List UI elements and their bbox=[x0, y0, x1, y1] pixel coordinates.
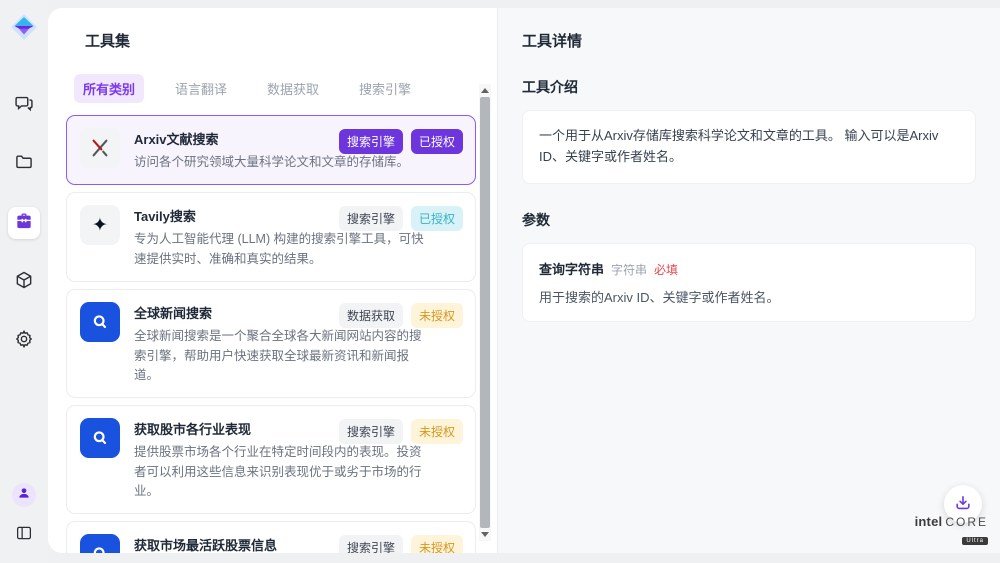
param-required-flag: 必填 bbox=[654, 261, 678, 278]
auth-status-badge: 未授权 bbox=[411, 419, 463, 444]
user-avatar[interactable] bbox=[12, 483, 36, 507]
toolbox-icon bbox=[14, 211, 34, 236]
cube-icon bbox=[14, 270, 34, 295]
tool-card-global-news[interactable]: 全球新闻搜索 全球新闻搜索是一个聚合全球各大新闻网站内容的搜索引擎，帮助用户快速… bbox=[66, 289, 476, 398]
scrollbar-up-arrow[interactable] bbox=[481, 88, 489, 93]
category-badge: 搜索引擎 bbox=[339, 129, 403, 154]
brand-core: CORE bbox=[945, 515, 988, 529]
sidebar-item-settings[interactable] bbox=[8, 325, 40, 357]
intro-card: 一个用于从Arxiv存储库搜索科学论文和文章的工具。 输入可以是Arxiv ID… bbox=[522, 110, 976, 184]
category-badge: 搜索引擎 bbox=[339, 535, 403, 553]
news-search-icon bbox=[80, 302, 120, 342]
tool-description: 提供股票市场各个行业在特定时间段内的表现。投资者可以利用这些信息来识别表现优于或… bbox=[134, 443, 426, 501]
tool-description: 访问各个研究领域大量科学论文和文章的存储库。 bbox=[134, 153, 426, 172]
news-search-icon bbox=[80, 418, 120, 458]
tool-card-tavily[interactable]: ✦ Tavily搜索 专为人工智能代理 (LLM) 构建的搜索引擎工具，可快速提… bbox=[66, 192, 476, 282]
tool-detail-panel: 工具详情 工具介绍 一个用于从Arxiv存储库搜索科学论文和文章的工具。 输入可… bbox=[497, 8, 1000, 553]
param-description: 用于搜索的Arxiv ID、关键字或作者姓名。 bbox=[539, 287, 959, 306]
category-badge: 数据获取 bbox=[339, 303, 403, 328]
folder-icon bbox=[14, 152, 34, 177]
param-type: 字符串 bbox=[611, 261, 647, 278]
page-title: 工具集 bbox=[85, 30, 497, 51]
sidebar bbox=[0, 0, 48, 563]
auth-status-badge: 已授权 bbox=[411, 206, 463, 231]
tab-search-engine[interactable]: 搜索引擎 bbox=[350, 74, 420, 103]
auth-status-badge: 未授权 bbox=[411, 303, 463, 328]
category-tabs: 所有类别 语言翻译 数据获取 搜索引擎 bbox=[74, 74, 497, 103]
intro-heading: 工具介绍 bbox=[522, 77, 976, 97]
scrollbar-down-arrow[interactable] bbox=[481, 532, 489, 537]
list-scrollbar[interactable] bbox=[479, 84, 491, 541]
brand-ultra-badge: Ultra bbox=[962, 537, 988, 545]
tool-list-panel: 工具集 所有类别 语言翻译 数据获取 搜索引擎 Arxiv文献搜索 访问各个研究… bbox=[48, 8, 497, 553]
auth-status-badge: 已授权 bbox=[411, 129, 463, 154]
tab-all-categories[interactable]: 所有类别 bbox=[74, 74, 144, 103]
chat-icon bbox=[14, 93, 34, 118]
category-badge: 搜索引擎 bbox=[339, 206, 403, 231]
tool-card-most-active-stocks[interactable]: 获取市场最活跃股票信息 提供当天交易量最高的股票列表，投资者可以利用这些信息来识… bbox=[66, 521, 476, 553]
tool-card-sector-performance[interactable]: 获取股市各行业表现 提供股票市场各个行业在特定时间段内的表现。投资者可以利用这些… bbox=[66, 405, 476, 514]
app-logo bbox=[11, 14, 37, 45]
gear-icon bbox=[14, 329, 34, 354]
auth-status-badge: 未授权 bbox=[411, 535, 463, 553]
tab-language-translation[interactable]: 语言翻译 bbox=[166, 74, 236, 103]
tavily-star-icon: ✦ bbox=[80, 205, 120, 245]
category-badge: 搜索引擎 bbox=[339, 419, 403, 444]
param-name: 查询字符串 bbox=[539, 259, 604, 278]
intro-text: 一个用于从Arxiv存储库搜索科学论文和文章的工具。 输入可以是Arxiv ID… bbox=[539, 126, 959, 168]
tool-card-arxiv[interactable]: Arxiv文献搜索 访问各个研究领域大量科学论文和文章的存储库。 搜索引擎 已授… bbox=[66, 115, 476, 185]
tool-description: 专为人工智能代理 (LLM) 构建的搜索引擎工具，可快速提供实时、准确和真实的结… bbox=[134, 230, 426, 269]
param-card: 查询字符串 字符串 必填 用于搜索的Arxiv ID、关键字或作者姓名。 bbox=[522, 243, 976, 322]
brand-intel: intel bbox=[915, 514, 943, 529]
sidebar-item-toolbox[interactable] bbox=[8, 207, 40, 239]
main-surface: 工具集 所有类别 语言翻译 数据获取 搜索引擎 Arxiv文献搜索 访问各个研究… bbox=[48, 8, 1000, 553]
params-heading: 参数 bbox=[522, 210, 976, 230]
detail-title: 工具详情 bbox=[522, 30, 976, 51]
sidebar-item-chat[interactable] bbox=[8, 89, 40, 121]
sidebar-nav bbox=[8, 89, 40, 357]
tab-data-acquisition[interactable]: 数据获取 bbox=[258, 74, 328, 103]
intel-core-ultra-logo: intel CORE Ultra bbox=[915, 514, 988, 547]
tool-card-list: Arxiv文献搜索 访问各个研究领域大量科学论文和文章的存储库。 搜索引擎 已授… bbox=[66, 115, 476, 553]
scrollbar-thumb[interactable] bbox=[480, 97, 490, 528]
news-search-icon bbox=[80, 534, 120, 553]
sidebar-item-files[interactable] bbox=[8, 148, 40, 180]
collapse-panel-icon bbox=[15, 524, 33, 547]
user-avatar-icon bbox=[17, 486, 31, 505]
tool-description: 全球新闻搜索是一个聚合全球各大新闻网站内容的搜索引擎，帮助用户快速获取全球最新资… bbox=[134, 327, 426, 385]
collapse-sidebar-button[interactable] bbox=[8, 519, 40, 551]
sidebar-item-packages[interactable] bbox=[8, 266, 40, 298]
download-icon bbox=[953, 493, 973, 516]
arxiv-icon bbox=[80, 128, 120, 168]
sidebar-bottom bbox=[0, 483, 48, 551]
